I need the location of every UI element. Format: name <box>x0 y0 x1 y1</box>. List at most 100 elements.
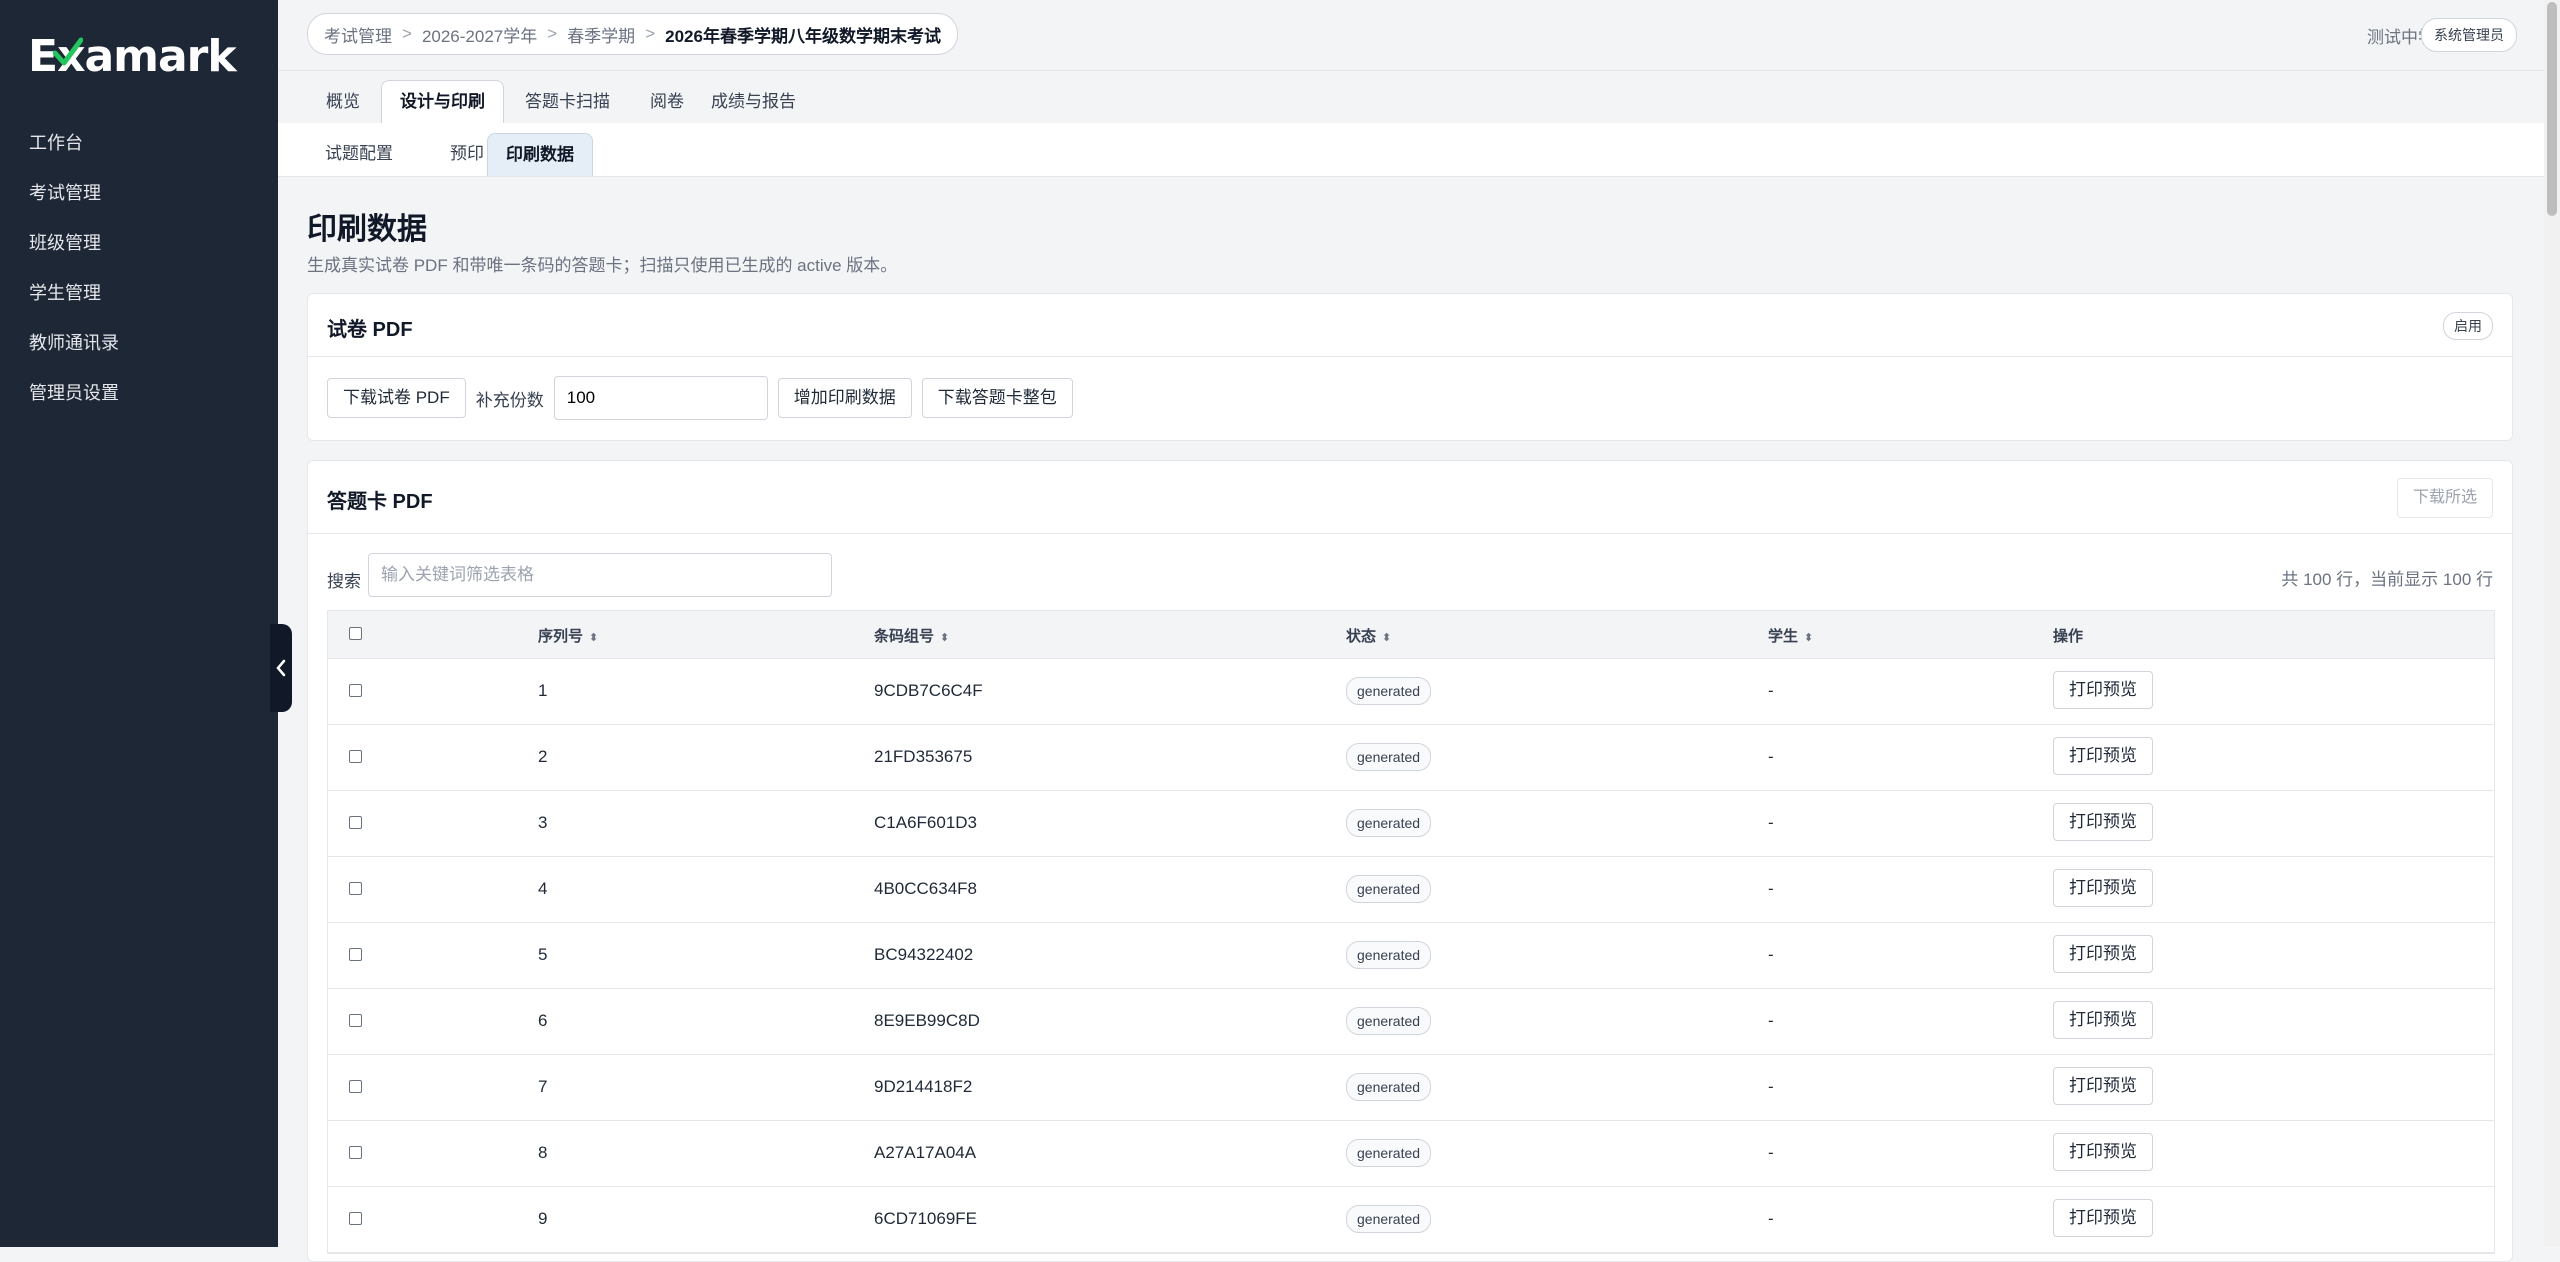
table-row: 1 9CDB7C6C4F generated - 打印预览 <box>328 659 2494 725</box>
subtab-question-config[interactable]: 试题配置 <box>307 133 411 175</box>
status-badge: generated <box>1346 743 1432 771</box>
row-checkbox[interactable] <box>349 1014 362 1027</box>
print-preview-button[interactable]: 打印预览 <box>2053 803 2153 841</box>
row-checkbox[interactable] <box>349 882 362 895</box>
subtab-print-data[interactable]: 印刷数据 <box>487 133 593 176</box>
print-preview-button[interactable]: 打印预览 <box>2053 935 2153 973</box>
breadcrumb-separator: > <box>402 24 412 43</box>
logo-x: x <box>53 31 85 82</box>
cell-serial: 3 <box>538 813 548 832</box>
cell-student: - <box>1768 747 1774 766</box>
add-print-data-button[interactable]: 增加印刷数据 <box>777 378 912 418</box>
sidebar: Ex amark 工作台 考试管理 班级管理 学生管理 教师通讯录 管理员设置 <box>0 0 278 1247</box>
cell-barcode: BC94322402 <box>874 945 974 964</box>
print-preview-button[interactable]: 打印预览 <box>2053 1067 2153 1105</box>
breadcrumb-item-school-year[interactable]: 2026-2027学年 <box>422 22 537 47</box>
cell-student: - <box>1768 1077 1774 1096</box>
row-checkbox[interactable] <box>349 1212 362 1225</box>
row-checkbox[interactable] <box>349 1080 362 1093</box>
logo[interactable]: Ex amark <box>28 28 237 84</box>
exam-pdf-title: 试卷 PDF <box>327 319 413 341</box>
main-content: 考试管理 > 2026-2027学年 > 春季学期 > 2026年春季学期八年级… <box>278 0 2544 1262</box>
scrollbar-thumb[interactable] <box>2547 2 2557 216</box>
page-description: 生成真实试卷 PDF 和带唯一条码的答题卡；扫描只使用已生成的 active 版… <box>307 256 898 275</box>
sidebar-item-student-management[interactable]: 学生管理 <box>0 268 278 318</box>
table-row: 2 21FD353675 generated - 打印预览 <box>328 725 2494 791</box>
print-preview-button[interactable]: 打印预览 <box>2053 671 2153 709</box>
tab-overview[interactable]: 概览 <box>307 80 379 123</box>
print-preview-button[interactable]: 打印预览 <box>2053 1001 2153 1039</box>
column-header-status[interactable]: 状态 ⬍ <box>1346 625 1391 646</box>
cell-student: - <box>1768 945 1774 964</box>
column-header-serial[interactable]: 序列号 ⬍ <box>538 625 598 646</box>
column-header-actions: 操作 <box>2053 628 2084 645</box>
print-preview-button[interactable]: 打印预览 <box>2053 1199 2153 1237</box>
chevron-left-icon <box>276 659 286 677</box>
tab-scores-reports[interactable]: 成绩与报告 <box>692 80 815 123</box>
column-header-student[interactable]: 学生 ⬍ <box>1768 625 1813 646</box>
status-badge: generated <box>1346 1073 1432 1101</box>
cell-student: - <box>1768 681 1774 700</box>
checkmark-icon <box>53 37 84 65</box>
row-checkbox[interactable] <box>349 750 362 763</box>
role-badge[interactable]: 系统管理员 <box>2421 18 2517 52</box>
table-row: 3 C1A6F601D3 generated - 打印预览 <box>328 791 2494 857</box>
status-badge: generated <box>1346 875 1432 903</box>
print-preview-button[interactable]: 打印预览 <box>2053 1133 2153 1171</box>
cell-barcode: 9CDB7C6C4F <box>874 681 983 700</box>
column-header-barcode[interactable]: 条码组号 ⬍ <box>874 625 949 646</box>
cell-serial: 7 <box>538 1077 548 1096</box>
download-exam-pdf-button[interactable]: 下载试卷 PDF <box>327 378 466 418</box>
sidebar-collapse-button[interactable] <box>270 624 292 712</box>
row-checkbox[interactable] <box>349 816 362 829</box>
sort-icon: ⬍ <box>1804 632 1814 644</box>
print-preview-button[interactable]: 打印预览 <box>2053 869 2153 907</box>
exam-pdf-controls: 下载试卷 PDF 补充份数 增加印刷数据 下载答题卡整包 <box>327 376 1073 420</box>
sidebar-item-teacher-directory[interactable]: 教师通讯录 <box>0 318 278 368</box>
cell-student: - <box>1768 1011 1774 1030</box>
search-input[interactable] <box>368 553 832 597</box>
column-header-label: 序列号 <box>538 628 584 645</box>
table-header: 序列号 ⬍ 条码组号 ⬍ 状态 ⬍ 学生 ⬍ 操作 <box>328 611 2494 659</box>
select-all-checkbox[interactable] <box>349 627 362 640</box>
breadcrumb-item-exam-management[interactable]: 考试管理 <box>324 22 392 47</box>
table-row: 6 8E9EB99C8D generated - 打印预览 <box>328 989 2494 1055</box>
page-scrollbar[interactable] <box>2544 0 2560 1247</box>
cell-student: - <box>1768 1209 1774 1228</box>
sidebar-item-workbench[interactable]: 工作台 <box>0 118 278 168</box>
logo-text: Ex amark <box>28 31 237 82</box>
cell-barcode: A27A17A04A <box>874 1143 977 1162</box>
breadcrumb-separator: > <box>547 24 558 43</box>
print-preview-button[interactable]: 打印预览 <box>2053 737 2153 775</box>
cell-barcode: 21FD353675 <box>874 747 973 766</box>
table-row: 7 9D214418F2 generated - 打印预览 <box>328 1055 2494 1121</box>
tab-design-print[interactable]: 设计与印刷 <box>381 80 504 123</box>
row-checkbox[interactable] <box>349 948 362 961</box>
status-badge: generated <box>1346 941 1432 969</box>
sidebar-item-class-management[interactable]: 班级管理 <box>0 218 278 268</box>
cell-serial: 6 <box>538 1011 548 1030</box>
cell-barcode: 8E9EB99C8D <box>874 1011 980 1030</box>
design-subtabs: 试题配置 预印 印刷数据 <box>278 123 2544 177</box>
cell-student: - <box>1768 813 1774 832</box>
download-selected-button[interactable]: 下载所选 <box>2396 478 2493 518</box>
table-body: 1 9CDB7C6C4F generated - 打印预览 2 21FD353675 gene… <box>328 659 2494 1253</box>
table-row: 8 A27A17A04A generated - 打印预览 <box>328 1121 2494 1187</box>
row-checkbox[interactable] <box>349 1146 362 1159</box>
answer-sheet-table: 序列号 ⬍ 条码组号 ⬍ 状态 ⬍ 学生 ⬍ 操作 1 9CDB7C6C4F generat… <box>327 610 2495 1254</box>
sidebar-item-exam-management[interactable]: 考试管理 <box>0 168 278 218</box>
sidebar-item-admin-settings[interactable]: 管理员设置 <box>0 368 278 418</box>
breadcrumb-item-semester[interactable]: 春季学期 <box>567 22 635 47</box>
column-header-label: 状态 <box>1346 628 1377 645</box>
cell-barcode: C1A6F601D3 <box>874 813 978 832</box>
answer-sheet-title: 答题卡 PDF <box>327 491 433 513</box>
table-row: 4 4B0CC634F8 generated - 打印预览 <box>328 857 2494 923</box>
sort-icon: ⬍ <box>589 632 599 644</box>
sort-icon: ⬍ <box>940 632 950 644</box>
cell-barcode: 4B0CC634F8 <box>874 879 978 898</box>
extra-copies-input[interactable] <box>553 376 768 420</box>
tab-answer-sheet-scan[interactable]: 答题卡扫描 <box>506 80 629 123</box>
download-answer-sheet-bundle-button[interactable]: 下载答题卡整包 <box>921 378 1073 418</box>
row-checkbox[interactable] <box>349 684 362 697</box>
extra-copies-label: 补充份数 <box>475 390 544 410</box>
